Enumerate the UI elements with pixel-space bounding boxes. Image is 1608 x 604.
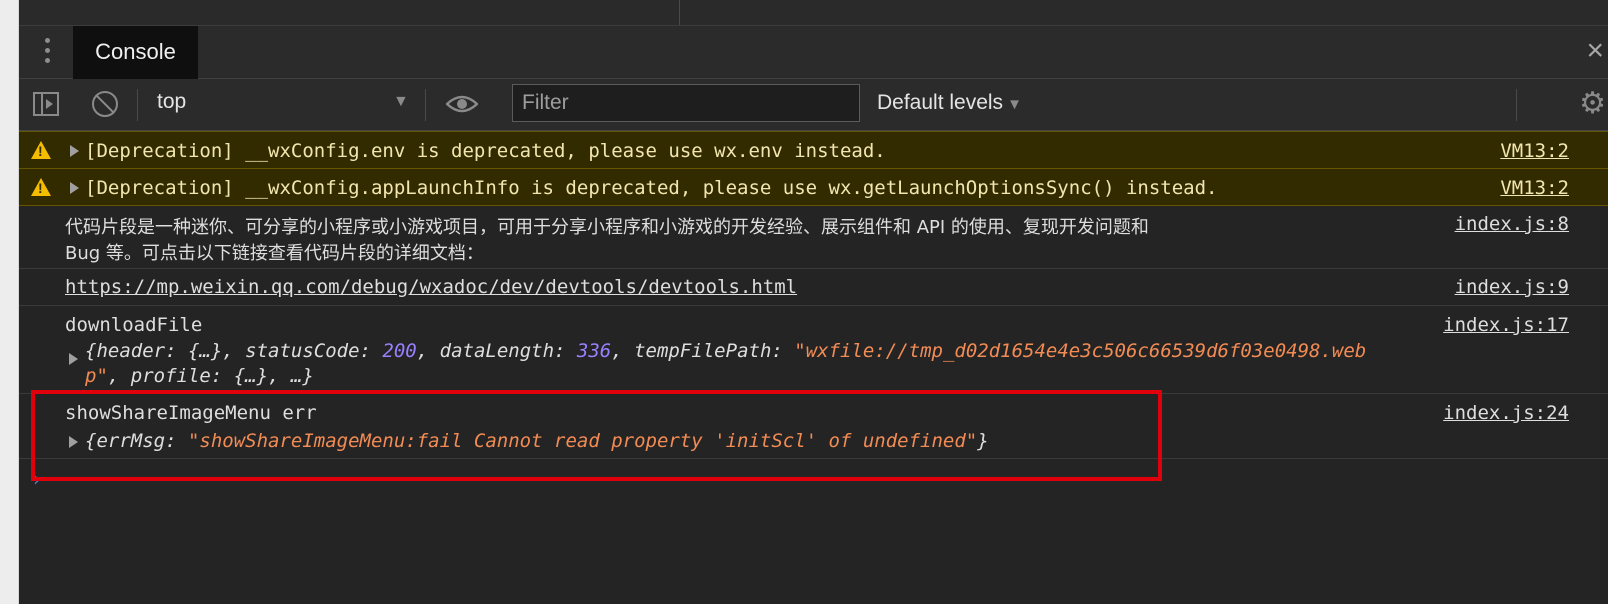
filter-input[interactable]: Filter xyxy=(512,84,860,122)
source-link[interactable]: index.js:17 xyxy=(1443,314,1569,336)
console-log-row: downloadFile index.js:17 {header: {…}, s… xyxy=(19,306,1608,394)
context-selector[interactable]: top xyxy=(157,90,186,114)
toolbar-divider xyxy=(425,89,426,121)
sidebar-toggle-icon[interactable] xyxy=(33,92,59,116)
source-link[interactable]: VM13:2 xyxy=(1500,177,1569,199)
source-link[interactable]: index.js:9 xyxy=(1455,276,1569,298)
console-log-row: 代码片段是一种迷你、可分享的小程序或小游戏项目，可用于分享小程序和小游戏的开发经… xyxy=(19,206,1608,269)
left-panel-edge xyxy=(0,0,19,604)
object-preview-wrap: p", profile: {…}, …} xyxy=(85,365,314,387)
log-levels-label: Default levels xyxy=(877,91,1004,114)
levels-caret-icon: ▼ xyxy=(1007,96,1022,113)
more-tabs-icon[interactable] xyxy=(43,38,51,68)
source-link[interactable]: VM13:2 xyxy=(1500,140,1569,162)
console-log-row: https://mp.weixin.qq.com/debug/wxadoc/de… xyxy=(19,269,1608,306)
tab-console[interactable]: Console xyxy=(73,26,198,80)
red-highlight-box xyxy=(31,390,1162,481)
source-link[interactable]: index.js:24 xyxy=(1443,402,1569,424)
close-drawer-icon[interactable]: × xyxy=(1586,34,1604,68)
warning-icon xyxy=(31,141,51,159)
object-preview[interactable]: {header: {…}, statusCode: 200, dataLengt… xyxy=(85,340,1366,362)
clear-console-icon[interactable] xyxy=(92,91,118,117)
top-divider xyxy=(679,0,680,25)
expand-arrow-icon[interactable] xyxy=(70,145,79,157)
toolbar-divider xyxy=(137,89,138,121)
console-toolbar: top ▼ Filter Default levels ▼ ⚙ xyxy=(19,79,1608,131)
console-warning-row[interactable]: [Deprecation] __wxConfig.env is deprecat… xyxy=(19,131,1608,169)
expand-arrow-icon[interactable] xyxy=(70,182,79,194)
console-messages: [Deprecation] __wxConfig.env is deprecat… xyxy=(19,131,1608,604)
console-warning-row[interactable]: [Deprecation] __wxConfig.appLaunchInfo i… xyxy=(19,168,1608,206)
top-panel-area xyxy=(19,0,1608,26)
live-expression-eye-icon[interactable] xyxy=(446,93,478,115)
log-message-line: Bug 等。可点击以下链接查看代码片段的详细文档： xyxy=(65,243,484,264)
drawer-tab-bar: Console × xyxy=(19,26,1608,80)
log-message-line: 代码片段是一种迷你、可分享的小程序或小游戏项目，可用于分享小程序和小游戏的开发经… xyxy=(65,217,1149,238)
warning-message: [Deprecation] __wxConfig.appLaunchInfo i… xyxy=(85,177,1218,199)
log-levels-dropdown[interactable]: Default levels ▼ xyxy=(877,91,1022,115)
warning-message: [Deprecation] __wxConfig.env is deprecat… xyxy=(85,140,886,162)
expand-arrow-icon[interactable] xyxy=(69,353,78,365)
warning-icon xyxy=(31,178,51,196)
devtools-docs-link[interactable]: https://mp.weixin.qq.com/debug/wxadoc/de… xyxy=(65,276,797,298)
context-caret-icon[interactable]: ▼ xyxy=(393,93,409,111)
toolbar-divider xyxy=(1516,89,1517,121)
settings-gear-icon[interactable]: ⚙ xyxy=(1579,87,1606,121)
log-label: downloadFile xyxy=(65,314,203,336)
source-link[interactable]: index.js:8 xyxy=(1455,213,1569,235)
